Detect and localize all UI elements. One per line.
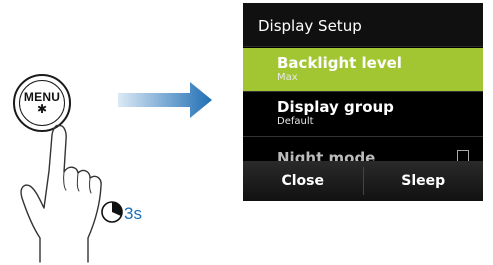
screen-title: Display Setup xyxy=(243,3,483,47)
pointing-hand-icon xyxy=(20,124,123,263)
right-arrow-icon xyxy=(118,82,212,118)
menu-item-value: Default xyxy=(277,116,314,127)
timer-icon xyxy=(101,201,123,223)
timer-duration-label: 3s xyxy=(124,204,142,223)
divider xyxy=(243,136,483,137)
close-button[interactable]: Close xyxy=(243,161,363,201)
softkey-bar: Close Sleep xyxy=(243,161,483,201)
sleep-button[interactable]: Sleep xyxy=(364,161,484,201)
menu-item-display-group[interactable]: Display group Default xyxy=(243,92,483,135)
menu-item-backlight-level[interactable]: Backlight level Max xyxy=(243,48,483,91)
menu-item-label: Display group xyxy=(277,98,394,116)
menu-item-value: Max xyxy=(277,72,298,83)
menu-item-label: Backlight level xyxy=(277,54,402,72)
display-setup-screen: Display Setup Backlight level Max Displa… xyxy=(243,3,483,201)
